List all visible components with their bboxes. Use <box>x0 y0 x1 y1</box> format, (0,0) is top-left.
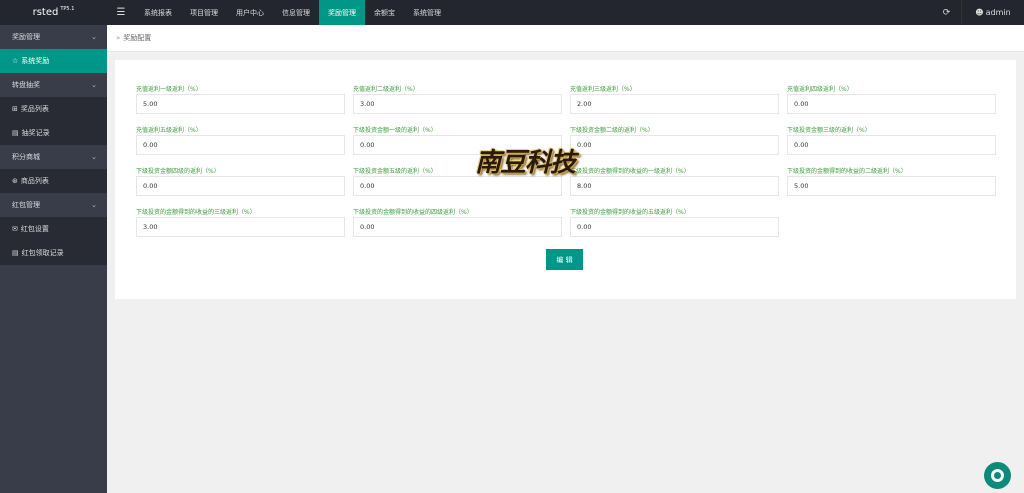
nav-item-users[interactable]: 用户中心 <box>227 0 273 25</box>
refresh-icon[interactable]: ⟳ <box>932 0 962 25</box>
app-logo[interactable]: rsted TP5.1 <box>0 0 107 25</box>
sidebar-group-shop[interactable]: 积分商城 ⌄ <box>0 145 107 169</box>
sidebar: 奖励管理 ⌄ ☆ 系统奖励 转盘抽奖 ⌄ ⊞ 奖品列表 ▤ 抽奖记录 积分商城 … <box>0 25 107 493</box>
sidebar-item-label: 红包设置 <box>20 225 49 233</box>
version-label: TP5.1 <box>60 5 75 12</box>
sidebar-group-label: 奖励管理 <box>12 33 40 41</box>
top-bar: rsted TP5.1 ☰ 系统报表 项目管理 用户中心 信息管理 奖励管理 余额… <box>0 0 1024 25</box>
invest-rebate-level2-input[interactable] <box>570 135 779 155</box>
field-label: 充值返利五级返利（%） <box>136 127 202 134</box>
recharge-rebate-level1-input[interactable] <box>136 94 345 114</box>
username: admin <box>985 8 1011 17</box>
nav-item-projects[interactable]: 项目管理 <box>181 0 227 25</box>
field-label: 充值返利二级返利（%） <box>353 86 419 93</box>
sidebar-item-system-rewards[interactable]: ☆ 系统奖励 <box>0 49 107 73</box>
sidebar-item-redpacket-records[interactable]: ▤ 红包领取记录 <box>0 241 107 265</box>
field-label: 下级投资的金额得到的收益的一级返利（%） <box>570 168 690 175</box>
hamburger-icon[interactable]: ☰ <box>107 0 135 25</box>
field-label: 下级投资金额一级的返利（%） <box>353 127 437 134</box>
form-field: 充值返利五级返利（%） <box>136 125 345 155</box>
form-field: 充值返利三级返利（%） <box>570 84 779 114</box>
income-rebate-level5-input[interactable] <box>570 217 779 237</box>
support-icon[interactable] <box>984 462 1011 489</box>
field-label: 充值返利一级返利（%） <box>136 86 202 93</box>
nav-item-system[interactable]: 系统管理 <box>404 0 450 25</box>
topbar-right: ⟳ ☻ admin <box>932 0 1024 25</box>
field-label: 下级投资金额四级的返利（%） <box>136 168 220 175</box>
sidebar-item-label: 商品列表 <box>20 177 49 185</box>
form-field: 充值返利一级返利（%） <box>136 84 345 114</box>
plus-square-icon: ⊞ <box>12 105 18 113</box>
nav-item-reports[interactable]: 系统报表 <box>135 0 181 25</box>
income-rebate-level3-input[interactable] <box>136 217 345 237</box>
form-field: 下级投资金额四级的返利（%） <box>136 166 345 196</box>
user-menu[interactable]: ☻ admin <box>962 0 1024 25</box>
sidebar-group-label: 转盘抽奖 <box>12 81 40 89</box>
field-label: 充值返利四级返利（%） <box>787 86 853 93</box>
edit-button[interactable]: 编 辑 <box>546 249 583 270</box>
card-icon: ▤ <box>12 249 19 257</box>
user-icon: ☻ <box>975 8 984 17</box>
chevron-down-icon: ⌄ <box>91 33 97 41</box>
chevron-down-icon: ⌄ <box>91 81 97 89</box>
list-icon: ▤ <box>12 129 19 137</box>
sidebar-item-label: 奖品列表 <box>20 105 49 113</box>
chevron-down-icon: ⌄ <box>91 153 97 161</box>
sidebar-group-redpacket[interactable]: 红包管理 ⌄ <box>0 193 107 217</box>
field-label: 下级投资的金额得到的收益的五级返利（%） <box>570 209 690 216</box>
chevron-down-icon: ⌄ <box>91 201 97 209</box>
support-icon-inner <box>991 469 1004 482</box>
nav-item-info[interactable]: 信息管理 <box>273 0 319 25</box>
sidebar-item-label: 抽奖记录 <box>21 129 50 137</box>
recharge-rebate-level3-input[interactable] <box>570 94 779 114</box>
sidebar-item-products[interactable]: ⊛ 商品列表 <box>0 169 107 193</box>
invest-rebate-level3-input[interactable] <box>787 135 996 155</box>
sidebar-group-rewards[interactable]: 奖励管理 ⌄ <box>0 25 107 49</box>
sidebar-item-label: 红包领取记录 <box>21 249 64 257</box>
form-field: 下级投资的金额得到的收益的三级返利（%） <box>136 207 345 237</box>
cart-icon: ⊛ <box>12 177 18 185</box>
watermark-logo: 南豆科技 <box>474 147 576 178</box>
recharge-rebate-level5-input[interactable] <box>136 135 345 155</box>
breadcrumb-current: 奖励配置 <box>123 34 152 42</box>
form-field: 下级投资金额三级的返利（%） <box>787 125 996 155</box>
income-rebate-level2-input[interactable] <box>787 176 996 196</box>
field-label: 下级投资的金额得到的收益的四级返利（%） <box>353 209 473 216</box>
form-field: 下级投资金额二级的返利（%） <box>570 125 779 155</box>
main-nav: 系统报表 项目管理 用户中心 信息管理 奖励管理 余额宝 系统管理 <box>135 0 450 25</box>
sidebar-item-lottery-records[interactable]: ▤ 抽奖记录 <box>0 121 107 145</box>
form-field: 下级投资的金额得到的收益的四级返利（%） <box>353 207 562 237</box>
logo-text: rsted <box>32 7 59 18</box>
sidebar-item-prizes[interactable]: ⊞ 奖品列表 <box>0 97 107 121</box>
sidebar-group-label: 积分商城 <box>12 153 40 161</box>
recharge-rebate-level2-input[interactable] <box>353 94 562 114</box>
field-label: 下级投资的金额得到的收益的三级返利（%） <box>136 209 256 216</box>
nav-item-rewards[interactable]: 奖励管理 <box>319 0 365 25</box>
form-field: 充值返利四级返利（%） <box>787 84 996 114</box>
field-label: 充值返利三级返利（%） <box>570 86 636 93</box>
mail-icon: ✉ <box>12 225 18 233</box>
recharge-rebate-level4-input[interactable] <box>787 94 996 114</box>
breadcrumb-separator: » <box>116 34 121 42</box>
field-label: 下级投资金额三级的返利（%） <box>787 127 871 134</box>
form-field: 下级投资的金额得到的收益的二级返利（%） <box>787 166 996 196</box>
income-rebate-level4-input[interactable] <box>353 217 562 237</box>
sidebar-group-lottery[interactable]: 转盘抽奖 ⌄ <box>0 73 107 97</box>
form-field: 下级投资的金额得到的收益的五级返利（%） <box>570 207 779 237</box>
sidebar-group-label: 红包管理 <box>12 201 40 209</box>
form-field: 下级投资的金额得到的收益的一级返利（%） <box>570 166 779 196</box>
star-icon: ☆ <box>12 57 19 65</box>
nav-item-balance[interactable]: 余额宝 <box>365 0 404 25</box>
breadcrumb: » 奖励配置 <box>107 25 1024 52</box>
sidebar-item-redpacket-settings[interactable]: ✉ 红包设置 <box>0 217 107 241</box>
sidebar-item-label: 系统奖励 <box>21 57 50 65</box>
field-label: 下级投资金额二级的返利（%） <box>570 127 654 134</box>
form-field: 充值返利二级返利（%） <box>353 84 562 114</box>
invest-rebate-level4-input[interactable] <box>136 176 345 196</box>
income-rebate-level1-input[interactable] <box>570 176 779 196</box>
field-label: 下级投资的金额得到的收益的二级返利（%） <box>787 168 907 175</box>
